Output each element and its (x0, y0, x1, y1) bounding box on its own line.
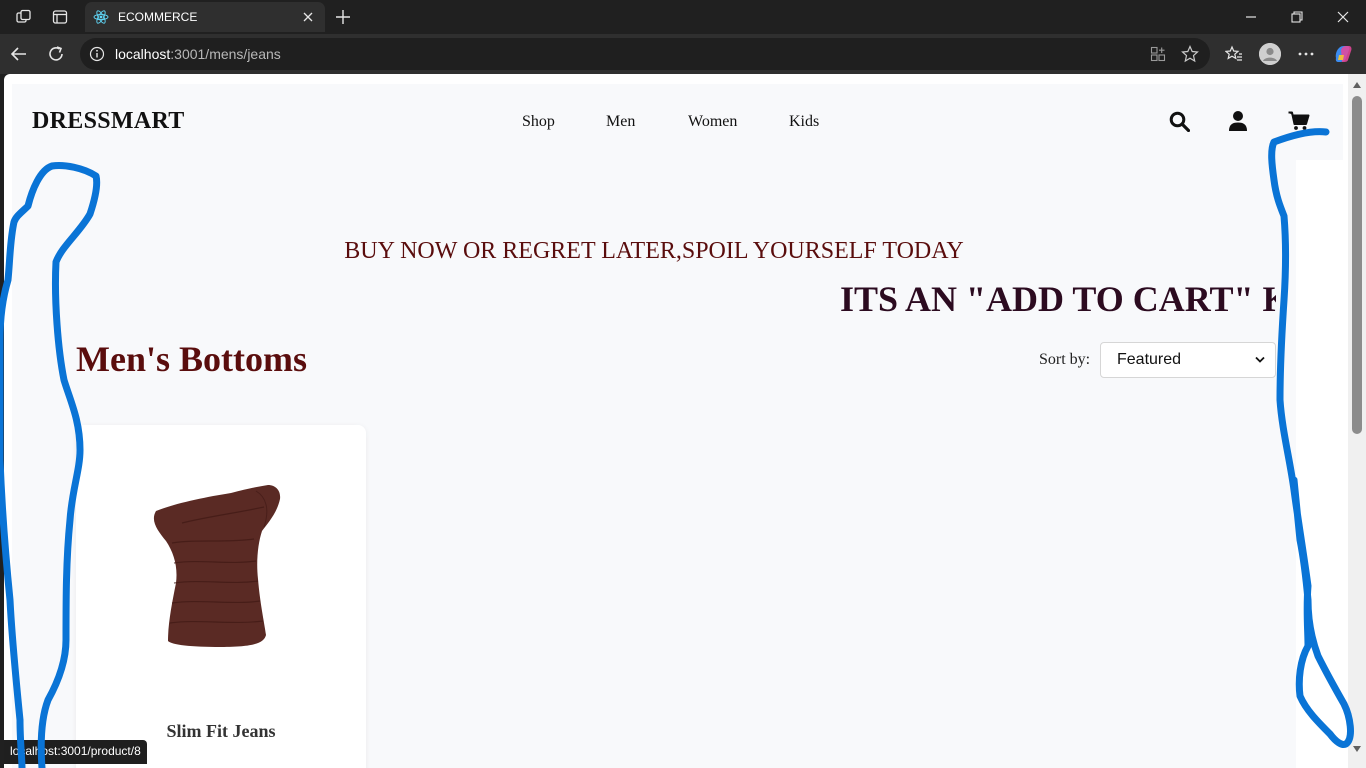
chevron-down-icon (1255, 351, 1265, 369)
restore-icon[interactable] (1286, 6, 1308, 28)
promo-banner-text: BUY NOW OR REGRET LATER,SPOIL YOURSELF T… (344, 238, 964, 264)
product-name[interactable]: Slim Fit Jeans (76, 721, 366, 742)
url-host: localhost (115, 46, 171, 62)
url-text: localhost:3001/mens/jeans (115, 46, 281, 62)
browser-titlebar: ECOMMERCE (0, 0, 1366, 34)
tab-title: ECOMMERCE (118, 10, 198, 24)
browser-toolbar: localhost:3001/mens/jeans (0, 34, 1366, 74)
more-options-icon[interactable] (1295, 43, 1317, 65)
user-icon[interactable] (1227, 110, 1249, 132)
site-logo[interactable]: DRESSMART (32, 108, 185, 135)
url-path: :3001/mens/jeans (170, 46, 281, 62)
page-title: Men's Bottoms (76, 339, 307, 379)
close-tab-icon[interactable] (299, 8, 317, 26)
sort-selected-value: Featured (1117, 351, 1182, 368)
close-window-icon[interactable] (1332, 6, 1354, 28)
new-tab-icon[interactable] (332, 6, 354, 28)
profile-avatar-icon[interactable] (1259, 43, 1281, 65)
cart-icon[interactable] (1288, 110, 1310, 132)
scroll-down-icon[interactable] (1352, 744, 1362, 754)
sort-label: Sort by: (1039, 351, 1091, 368)
nav-women[interactable]: Women (688, 113, 737, 131)
app-available-icon[interactable] (1148, 44, 1168, 64)
site-info-icon[interactable] (89, 46, 105, 62)
sort-dropdown[interactable]: Featured (1100, 342, 1276, 378)
active-tab[interactable]: ECOMMERCE (85, 2, 325, 32)
status-bar-url: localhost:3001/product/8 (4, 740, 147, 764)
address-bar[interactable]: localhost:3001/mens/jeans (80, 38, 1210, 70)
copilot-icon[interactable] (1332, 43, 1354, 65)
page-viewport: DRESSMART Shop Men Women Kids BUY NOW OR… (4, 74, 1348, 768)
tab-actions-icon[interactable] (50, 7, 70, 27)
nav-kids[interactable]: Kids (789, 113, 819, 131)
back-icon[interactable] (8, 43, 30, 65)
nav-shop[interactable]: Shop (522, 113, 555, 131)
minimize-icon[interactable] (1240, 6, 1262, 28)
site-header: DRESSMART Shop Men Women Kids (12, 84, 1343, 160)
react-favicon-icon (93, 9, 109, 25)
workspaces-icon[interactable] (14, 7, 34, 27)
scroll-up-icon[interactable] (1352, 80, 1362, 90)
favorites-icon[interactable] (1223, 43, 1245, 65)
favorite-star-icon[interactable] (1180, 44, 1200, 64)
marquee-container: ITS AN "ADD TO CART" K (12, 274, 1276, 324)
product-image (153, 485, 281, 647)
refresh-icon[interactable] (45, 43, 67, 65)
product-card[interactable]: Slim Fit Jeans (76, 425, 366, 768)
page-scrollbar[interactable] (1348, 74, 1366, 768)
scrollbar-thumb[interactable] (1352, 96, 1362, 434)
marquee-text: ITS AN "ADD TO CART" K (840, 279, 1276, 319)
nav-men[interactable]: Men (606, 113, 635, 131)
page-content: DRESSMART Shop Men Women Kids BUY NOW OR… (12, 84, 1343, 768)
search-icon[interactable] (1168, 110, 1190, 132)
